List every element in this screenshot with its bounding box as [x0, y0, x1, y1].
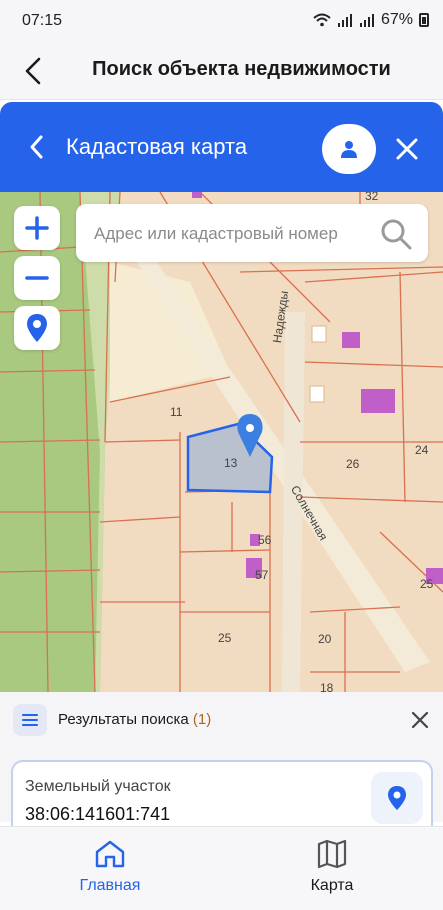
- nav-map[interactable]: Карта: [272, 839, 392, 903]
- close-panel-button[interactable]: [386, 128, 428, 170]
- user-icon: [341, 141, 357, 158]
- signal-icon: [359, 14, 374, 27]
- map-pin-dot: [246, 424, 254, 432]
- map-search[interactable]: Адрес или кадастровый номер: [76, 204, 428, 262]
- parcel-label: 57: [255, 568, 269, 582]
- close-icon: [411, 711, 429, 729]
- search-input[interactable]: Адрес или кадастровый номер: [94, 224, 338, 244]
- status-icons: 67%: [313, 11, 429, 29]
- building: [361, 389, 395, 413]
- building: [309, 385, 325, 403]
- map-icon: [317, 839, 347, 869]
- parcel-label: 56: [258, 533, 272, 547]
- bottom-navigation: Главная Карта: [0, 826, 443, 910]
- cadastral-map[interactable]: 32 11 13 26 24 56 57 25 20 18 25 Надежды…: [0, 192, 443, 692]
- map-panel-header: Кадастовая карта: [0, 102, 443, 192]
- parcel-label: 11: [170, 405, 183, 419]
- app-header: Поиск объекта недвижимости: [0, 42, 443, 100]
- chevron-left-icon: [30, 135, 43, 159]
- plus-icon: [25, 216, 49, 240]
- list-icon: [22, 714, 38, 726]
- wifi-icon: [313, 13, 331, 27]
- close-icon: [396, 138, 418, 160]
- parcel-label: 32: [365, 192, 379, 203]
- parcel-label: 18: [320, 681, 334, 692]
- results-header: Результаты поиска (1): [0, 692, 443, 748]
- building: [342, 332, 360, 348]
- my-location-button[interactable]: [14, 306, 60, 350]
- search-icon[interactable]: [380, 218, 412, 250]
- profile-button[interactable]: [322, 124, 376, 174]
- results-menu-button[interactable]: [13, 704, 47, 736]
- results-count: (1): [192, 711, 212, 728]
- parcel-label: 25: [420, 577, 434, 591]
- minus-icon: [25, 276, 49, 280]
- parcel-label: 13: [224, 456, 238, 470]
- home-icon: [95, 840, 125, 868]
- building: [311, 325, 327, 343]
- status-bar: 07:15 67%: [0, 0, 443, 42]
- close-results-button[interactable]: [406, 706, 434, 734]
- cadastral-number: 38:06:141601:741: [25, 804, 171, 824]
- chevron-left-icon: [25, 57, 41, 85]
- location-pin-icon: [388, 786, 406, 810]
- parcel-label: 26: [346, 457, 360, 471]
- building: [192, 192, 202, 198]
- nav-home-label: Главная: [79, 877, 141, 894]
- map-canvas[interactable]: [0, 192, 443, 692]
- battery-icon: [419, 13, 429, 27]
- map-back-button[interactable]: [28, 134, 50, 162]
- status-time: 07:15: [22, 12, 63, 29]
- parcel-label: 24: [415, 443, 429, 457]
- battery-percent: 67%: [380, 11, 413, 28]
- zoom-out-button[interactable]: [14, 256, 60, 300]
- parcel-label: 20: [318, 632, 332, 646]
- nav-home[interactable]: Главная: [50, 839, 170, 903]
- location-pin-icon: [27, 314, 47, 342]
- page-title: Поиск объекта недвижимости: [92, 58, 391, 80]
- search-results-panel: Результаты поиска (1) Земельный участок …: [0, 692, 443, 840]
- zoom-in-button[interactable]: [14, 206, 60, 250]
- show-on-map-button[interactable]: [371, 772, 423, 824]
- signal-icon: [337, 14, 352, 27]
- nav-map-label: Карта: [310, 877, 354, 894]
- results-title: Результаты поиска (1): [58, 711, 211, 728]
- results-title-text: Результаты поиска: [58, 711, 189, 728]
- back-button[interactable]: [18, 54, 48, 88]
- map-panel-title: Кадастовая карта: [66, 134, 248, 159]
- parcel-label: 25: [218, 631, 232, 645]
- result-type: Земельный участок: [25, 778, 171, 795]
